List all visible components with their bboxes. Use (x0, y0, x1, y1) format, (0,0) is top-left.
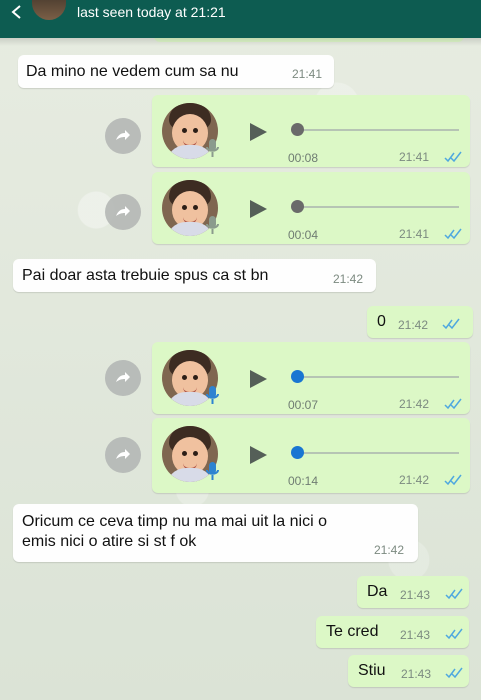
contact-avatar[interactable] (32, 0, 66, 20)
message-bubble-incoming[interactable]: Oricum ce ceva timp nu ma mai uit la nic… (13, 504, 418, 562)
audio-progress-dot[interactable] (291, 200, 304, 213)
message-bubble-outgoing[interactable]: Stiu 21:43 (348, 655, 469, 687)
mic-icon (206, 216, 219, 234)
double-check-icon (444, 151, 462, 163)
message-text: Pai doar asta trebuie spus ca st bn (22, 267, 269, 284)
double-check-icon (442, 318, 460, 330)
audio-progress-track[interactable] (294, 452, 459, 454)
voice-message-bubble[interactable]: 00:08 21:41 (152, 95, 470, 167)
message-time: 21:42 (399, 397, 430, 411)
voice-message-bubble[interactable]: 00:07 21:42 (152, 342, 470, 414)
double-check-icon (445, 628, 463, 640)
audio-progress-dot[interactable] (291, 123, 304, 136)
message-text: Da mino ne vedem cum sa nu (26, 63, 239, 80)
message-time: 21:43 (400, 628, 431, 642)
voice-message-bubble[interactable]: 00:14 21:42 (152, 418, 470, 493)
message-text: Te cred (326, 623, 379, 640)
forward-button[interactable] (105, 118, 141, 154)
message-bubble-outgoing[interactable]: Te cred 21:43 (316, 616, 469, 648)
message-time: 21:41 (292, 67, 323, 81)
forward-button[interactable] (105, 360, 141, 396)
play-icon[interactable] (247, 444, 269, 466)
mic-icon (206, 386, 219, 404)
mic-icon (206, 462, 219, 480)
message-text: Stiu (358, 662, 386, 679)
play-icon[interactable] (247, 198, 269, 220)
chat-messages: Da mino ne vedem cum sa nu 21:41 00:08 2… (0, 0, 481, 700)
double-check-icon (444, 398, 462, 410)
message-time: 21:41 (399, 150, 430, 164)
message-text: Oricum ce ceva timp nu ma mai uit la nic… (22, 513, 327, 550)
double-check-icon (445, 588, 463, 600)
forward-button[interactable] (105, 194, 141, 230)
message-time: 21:42 (398, 318, 429, 332)
voice-message-bubble[interactable]: 00:04 21:41 (152, 172, 470, 244)
forward-icon (116, 206, 130, 216)
message-text: Da (367, 583, 388, 600)
voice-duration: 00:08 (288, 151, 319, 165)
message-time: 21:42 (333, 272, 364, 286)
audio-progress-track[interactable] (294, 206, 459, 208)
message-bubble-outgoing[interactable]: 0 21:42 (367, 306, 473, 338)
forward-button[interactable] (105, 437, 141, 473)
audio-progress-dot[interactable] (291, 370, 304, 383)
double-check-icon (444, 228, 462, 240)
voice-duration: 00:07 (288, 398, 319, 412)
forward-icon (116, 449, 130, 459)
message-bubble-outgoing[interactable]: Da 21:43 (357, 576, 469, 608)
mic-icon (206, 139, 219, 157)
message-time: 21:42 (374, 543, 405, 557)
audio-progress-track[interactable] (294, 129, 459, 131)
message-time: 21:43 (400, 588, 431, 602)
message-text: 0 (377, 313, 386, 330)
forward-icon (116, 130, 130, 140)
last-seen-status: last seen today at 21:21 (77, 4, 226, 20)
play-icon[interactable] (247, 368, 269, 390)
forward-icon (116, 372, 130, 382)
chat-header: last seen today at 21:21 (0, 0, 481, 38)
message-bubble-incoming[interactable]: Da mino ne vedem cum sa nu 21:41 (18, 55, 334, 88)
message-time: 21:43 (401, 667, 432, 681)
back-arrow-icon[interactable] (8, 3, 26, 21)
voice-duration: 00:14 (288, 474, 319, 488)
audio-progress-dot[interactable] (291, 446, 304, 459)
double-check-icon (444, 474, 462, 486)
play-icon[interactable] (247, 121, 269, 143)
voice-duration: 00:04 (288, 228, 319, 242)
message-time: 21:41 (399, 227, 430, 241)
audio-progress-track[interactable] (294, 376, 459, 378)
message-time: 21:42 (399, 473, 430, 487)
double-check-icon (445, 667, 463, 679)
header-shadow (0, 38, 481, 46)
message-bubble-incoming[interactable]: Pai doar asta trebuie spus ca st bn 21:4… (13, 259, 376, 292)
